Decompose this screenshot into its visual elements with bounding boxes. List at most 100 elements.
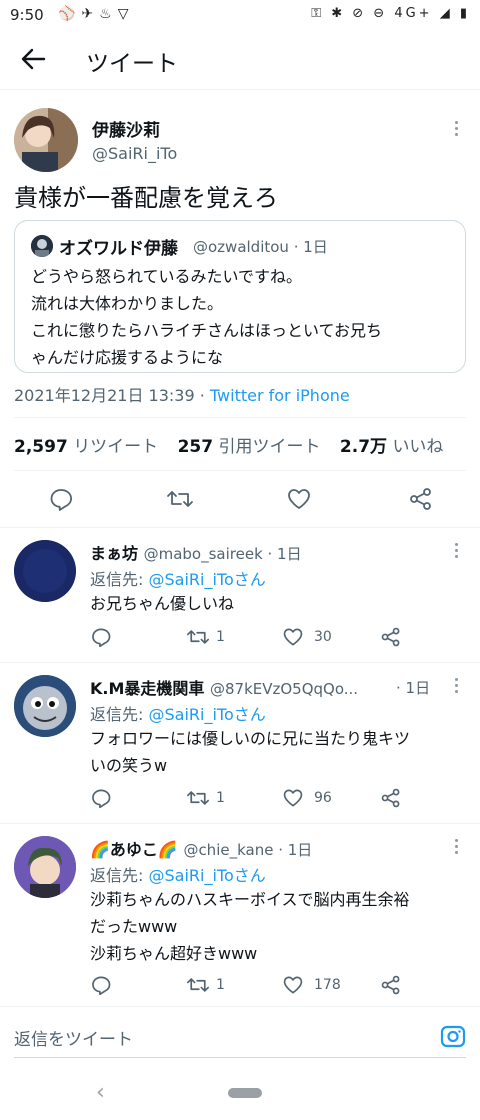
- tweet-meta: 2021年12月21日 13:39 · Twitter for iPhone: [14, 382, 350, 406]
- page-title: ツイート: [86, 51, 178, 77]
- status-bar: 9:50 ⚾✈♨▽ ⚿ ✱ ⊘ ⊖ 4G+ ◢ ▮: [0, 0, 480, 32]
- reply-avatar[interactable]: [14, 836, 76, 898]
- divider: [14, 417, 466, 418]
- reply-tweet[interactable]: まぁ坊 @mabo_saireek · 1日 返信先: @SaiRi_iToさん…: [0, 528, 480, 662]
- reply-line: いの笑うw: [90, 756, 168, 775]
- quote-line: ゃんだけ応援するようにな: [31, 348, 224, 367]
- home-pill[interactable]: [228, 1088, 262, 1098]
- reply-icon[interactable]: [90, 974, 112, 996]
- reply-line: 沙莉ちゃん超好きwww: [90, 944, 258, 963]
- share-icon[interactable]: [380, 787, 402, 809]
- main-author-handle[interactable]: @SaiRi_iTo: [92, 144, 177, 163]
- reply-author-handle: @mabo_saireek · 1日: [143, 545, 302, 563]
- quote-line: どうやら怒られているみたいですね。: [31, 267, 303, 286]
- reply-compose-input[interactable]: 返信をツイート: [14, 1025, 133, 1050]
- reply-mention-link[interactable]: @SaiRi_iToさん: [148, 866, 265, 885]
- reply-to: 返信先: @SaiRi_iToさん: [90, 862, 266, 886]
- compose-underline: [14, 1057, 466, 1058]
- reply-mention-link[interactable]: @SaiRi_iToさん: [148, 570, 265, 589]
- quote-author-name: オズワルド伊藤: [59, 239, 178, 259]
- quote-author-avatar: [31, 235, 53, 257]
- reply-line: 沙莉ちゃんのハスキーボイスで脳内再生余裕: [90, 890, 410, 909]
- reply-actions: 1 96: [90, 787, 410, 811]
- reply-like-count: 178: [314, 977, 341, 993]
- reply-to-prefix: 返信先:: [90, 570, 149, 589]
- retweet-icon[interactable]: [186, 974, 210, 996]
- main-tweet-text: 貴様が一番配慮を覚えろ: [14, 184, 278, 212]
- quote-line: これに懲りたらハライチさんはほっといてお兄ち: [31, 321, 383, 340]
- back-arrow-icon[interactable]: [18, 44, 48, 74]
- divider: [14, 470, 466, 471]
- quote-text: どうやら怒られているみたいですね。 流れは大体わかりました。 これに懲りたらハラ…: [31, 263, 461, 371]
- like-icon[interactable]: [282, 626, 304, 648]
- reply-tweet[interactable]: K.M暴走機関車 @87kEVzO5QqQo... · 1日 返信先: @Sai…: [0, 663, 480, 823]
- main-author-avatar[interactable]: [14, 108, 78, 172]
- tweet-stats: 2,597 リツイート 257 引用ツイート 2.7万 いいね: [14, 432, 457, 457]
- main-tweet-actions: [0, 484, 480, 514]
- system-back-icon[interactable]: ‹: [96, 1080, 105, 1105]
- reply-author-name: まぁ坊: [90, 544, 139, 563]
- tweet-more-icon[interactable]: [448, 118, 464, 138]
- reply-retweet-count: 1: [216, 629, 225, 645]
- reply-author-name: 🌈あゆこ🌈: [90, 840, 178, 859]
- reply-author: 🌈あゆこ🌈 @chie_kane · 1日: [90, 836, 312, 860]
- reply-text: 沙莉ちゃんのハスキーボイスで脳内再生余裕 だったwww 沙莉ちゃん超好きwww: [90, 886, 470, 967]
- reply-to: 返信先: @SaiRi_iToさん: [90, 566, 266, 590]
- system-icons: ⚿ ✱ ⊘ ⊖ 4G+ ◢ ▮: [311, 6, 470, 21]
- reply-tweet[interactable]: 🌈あゆこ🌈 @chie_kane · 1日 返信先: @SaiRi_iToさん …: [0, 824, 480, 1006]
- reply-to: 返信先: @SaiRi_iToさん: [90, 701, 266, 725]
- reply-actions: 1 178: [90, 974, 410, 998]
- quote-label[interactable]: 引用ツイート: [219, 437, 321, 457]
- quote-line: 流れは大体わかりました。: [31, 294, 224, 313]
- network-label: 4G+: [394, 6, 433, 21]
- reply-author-name: K.M暴走機関車: [90, 679, 205, 698]
- status-time: 9:50: [10, 6, 44, 24]
- reply-actions: 1 30: [90, 626, 410, 650]
- reply-line: お兄ちゃん優しいね: [90, 594, 235, 613]
- reply-more-icon[interactable]: [448, 836, 464, 856]
- quote-author-handle: @ozwalditou · 1日: [193, 238, 328, 256]
- reply-avatar[interactable]: [14, 540, 76, 602]
- like-label[interactable]: いいね: [392, 437, 443, 457]
- reply-line: フォロワーには優しいのに兄に当たり鬼キツ: [90, 729, 411, 748]
- reply-icon[interactable]: [48, 486, 74, 512]
- retweet-icon[interactable]: [186, 626, 210, 648]
- tweet-source-link[interactable]: Twitter for iPhone: [210, 386, 350, 405]
- reply-author: まぁ坊 @mabo_saireek · 1日: [90, 540, 302, 564]
- reply-time: · 1日: [396, 679, 431, 697]
- reply-more-icon[interactable]: [448, 675, 464, 695]
- quoted-tweet-card[interactable]: オズワルド伊藤 @ozwalditou · 1日 どうやら怒られているみたいです…: [14, 220, 466, 373]
- camera-icon[interactable]: [440, 1023, 466, 1049]
- like-icon[interactable]: [282, 787, 304, 809]
- reply-to-prefix: 返信先:: [90, 705, 149, 724]
- reply-more-icon[interactable]: [448, 540, 464, 560]
- retweet-count[interactable]: 2,597: [14, 437, 68, 457]
- reply-to-prefix: 返信先:: [90, 866, 149, 885]
- reply-icon[interactable]: [90, 787, 112, 809]
- tweet-timestamp: 2021年12月21日 13:39 ·: [14, 386, 210, 405]
- reply-line: だったwww: [90, 917, 178, 936]
- reply-icon[interactable]: [90, 626, 112, 648]
- like-icon[interactable]: [286, 486, 312, 512]
- reply-like-count: 30: [314, 629, 332, 645]
- reply-author: K.M暴走機関車 @87kEVzO5QqQo...: [90, 675, 358, 699]
- quote-count[interactable]: 257: [178, 437, 214, 457]
- reply-avatar[interactable]: [14, 675, 76, 737]
- reply-text: お兄ちゃん優しいね: [90, 590, 470, 617]
- reply-author-handle: @87kEVzO5QqQo...: [209, 680, 359, 698]
- retweet-label[interactable]: リツイート: [73, 437, 158, 457]
- reply-retweet-count: 1: [216, 977, 225, 993]
- app-bar: ツイート: [0, 32, 480, 90]
- share-icon[interactable]: [380, 626, 402, 648]
- share-icon[interactable]: [380, 974, 402, 996]
- reply-mention-link[interactable]: @SaiRi_iToさん: [148, 705, 265, 724]
- reply-retweet-count: 1: [216, 790, 225, 806]
- retweet-icon[interactable]: [166, 486, 194, 512]
- retweet-icon[interactable]: [186, 787, 210, 809]
- like-count[interactable]: 2.7万: [340, 437, 387, 457]
- main-author-name[interactable]: 伊藤沙莉: [92, 116, 160, 141]
- reply-author-handle: @chie_kane · 1日: [183, 841, 313, 859]
- share-icon[interactable]: [408, 486, 434, 512]
- notification-icons: ⚾✈♨▽: [58, 6, 135, 22]
- like-icon[interactable]: [282, 974, 304, 996]
